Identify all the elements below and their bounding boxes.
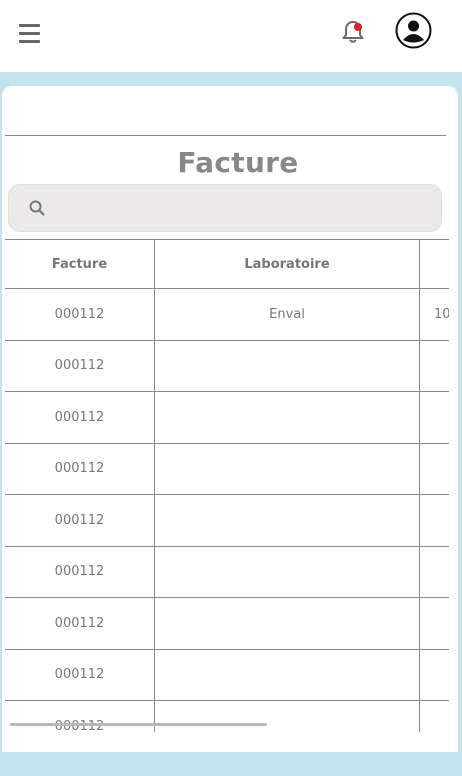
table-row[interactable]: 000112: [5, 340, 449, 392]
top-bar: [0, 0, 462, 72]
invoice-table: Facture Laboratoire 000112 Enval 10/ 000…: [5, 239, 449, 732]
bell-icon[interactable]: [340, 18, 366, 46]
cell-date: [419, 597, 449, 650]
search-bar[interactable]: [8, 184, 442, 232]
notification-badge: [354, 23, 362, 31]
cell-facture: 000112: [5, 288, 155, 341]
cell-laboratoire: [154, 443, 420, 495]
table-row[interactable]: 000112: [5, 494, 449, 547]
column-header-date[interactable]: [419, 239, 449, 289]
cell-laboratoire: [154, 649, 420, 701]
search-icon: [29, 200, 45, 216]
table-row[interactable]: 000112: [5, 700, 449, 732]
cell-laboratoire: [154, 597, 420, 650]
cell-laboratoire: [154, 546, 420, 598]
bottom-background: [0, 752, 462, 776]
table-row[interactable]: 000112 Enval 10/: [5, 288, 449, 341]
search-input[interactable]: [55, 193, 429, 225]
cell-laboratoire: [154, 494, 420, 547]
cell-date: [419, 700, 449, 732]
cell-facture: 000112: [5, 649, 155, 701]
cell-facture: 000112: [5, 546, 155, 598]
cell-date: [419, 443, 449, 495]
table-row[interactable]: 000112: [5, 649, 449, 701]
cell-date: 10/: [419, 288, 449, 341]
cell-facture: 000112: [5, 597, 155, 650]
cell-facture: 000112: [5, 443, 155, 495]
cell-laboratoire: [154, 391, 420, 444]
table-row[interactable]: 000112: [5, 546, 449, 598]
divider: [5, 135, 446, 136]
column-header-laboratoire[interactable]: Laboratoire: [154, 239, 420, 289]
cell-facture: 000112: [5, 700, 155, 732]
table-header-row: Facture Laboratoire: [5, 239, 449, 289]
user-avatar-icon[interactable]: [395, 12, 432, 49]
cell-laboratoire: [154, 340, 420, 392]
hamburger-menu-icon[interactable]: [19, 24, 41, 44]
cell-facture: 000112: [5, 391, 155, 444]
column-header-facture[interactable]: Facture: [5, 239, 155, 289]
cell-date: [419, 340, 449, 392]
cell-laboratoire: [154, 700, 420, 732]
table-row[interactable]: 000112: [5, 391, 449, 444]
cell-date: [419, 391, 449, 444]
cell-laboratoire: Enval: [154, 288, 420, 341]
cell-date: [419, 494, 449, 547]
cell-date: [419, 649, 449, 701]
content-card: Facture Facture Laboratoire 000112 Enval…: [2, 86, 458, 752]
cell-facture: 000112: [5, 494, 155, 547]
horizontal-scrollbar[interactable]: [10, 723, 267, 726]
table-row[interactable]: 000112: [5, 597, 449, 650]
table-row[interactable]: 000112: [5, 443, 449, 495]
invoice-table-container[interactable]: Facture Laboratoire 000112 Enval 10/ 000…: [5, 239, 449, 732]
cell-facture: 000112: [5, 340, 155, 392]
cell-date: [419, 546, 449, 598]
page-title: Facture: [177, 146, 299, 179]
